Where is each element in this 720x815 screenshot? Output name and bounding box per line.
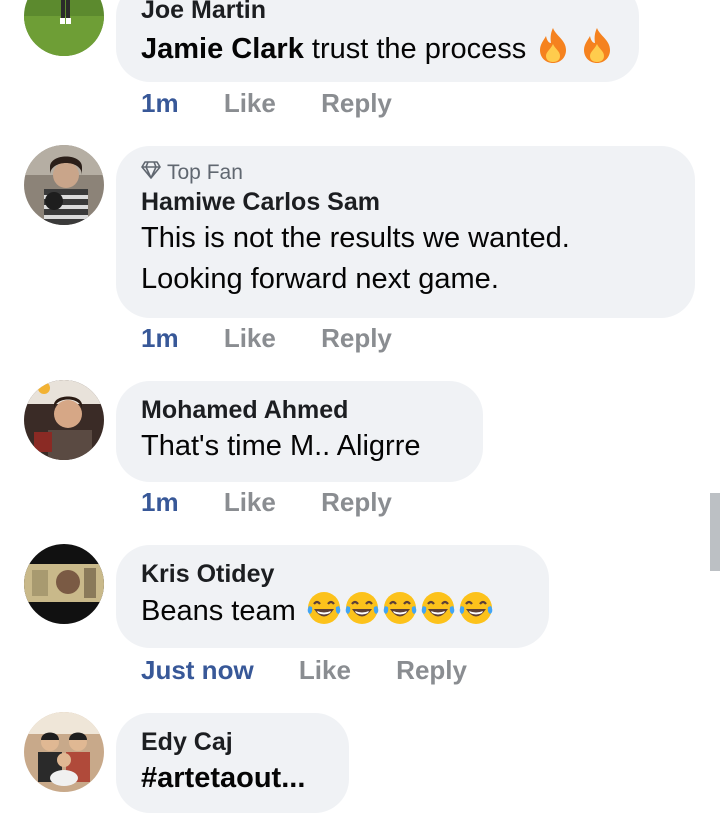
comment-text: That's time M.. Aligrre	[141, 430, 421, 462]
scrollbar[interactable]	[710, 493, 720, 571]
avatar[interactable]	[24, 145, 104, 225]
face-with-tears-of-joy-icon	[306, 590, 342, 638]
face-with-tears-of-joy-icon	[344, 590, 380, 638]
diamond-icon	[141, 160, 161, 186]
comment-actions: 1m Like Reply	[141, 323, 392, 353]
timestamp-link[interactable]: 1m	[141, 487, 179, 517]
face-with-tears-of-joy-icon	[382, 590, 418, 638]
comment-actions: Just now Like Reply	[141, 655, 467, 685]
top-fan-label: Top Fan	[167, 161, 243, 184]
comment-author[interactable]: Joe Martin	[141, 0, 614, 26]
fire-icon	[580, 26, 614, 76]
comment-bubble: Joe Martin Jamie Clark trust the process	[116, 0, 640, 82]
comment-author[interactable]: Edy Caj	[141, 726, 324, 758]
reply-button[interactable]: Reply	[321, 88, 392, 118]
avatar[interactable]	[24, 0, 104, 56]
reply-button[interactable]: Reply	[396, 655, 467, 685]
reply-button[interactable]: Reply	[321, 487, 392, 517]
like-button[interactable]: Like	[224, 88, 276, 118]
comment-actions: 1m Like Reply	[141, 88, 392, 118]
top-fan-badge: Top Fan	[141, 160, 670, 186]
timestamp-link[interactable]: 1m	[141, 323, 179, 353]
like-button[interactable]: Like	[224, 487, 276, 517]
comment-author[interactable]: Kris Otidey	[141, 558, 524, 590]
comment-bubble: Mohamed Ahmed That's time M.. Aligrre	[116, 381, 483, 482]
mention-link[interactable]: Jamie Clark	[141, 33, 304, 65]
comment-text-body: trust the process	[303, 33, 527, 65]
comment-text: Jamie Clark trust the process	[141, 26, 614, 76]
avatar[interactable]	[24, 712, 104, 792]
fire-icon	[536, 26, 570, 76]
face-with-tears-of-joy-icon	[420, 590, 456, 638]
comment-text-line-2: Looking forward next game.	[141, 263, 499, 295]
like-button[interactable]: Like	[299, 655, 351, 685]
avatar[interactable]	[24, 380, 104, 460]
comment-bubble: Edy Caj #artetaout...	[116, 713, 349, 813]
timestamp-link[interactable]: 1m	[141, 88, 179, 118]
comment-text: Beans team	[141, 590, 524, 638]
comment-actions: 1m Like Reply	[141, 487, 392, 517]
comment-author[interactable]: Hamiwe Carlos Sam	[141, 186, 670, 218]
avatar[interactable]	[24, 544, 104, 624]
comment-text: #artetaout...	[141, 762, 306, 794]
reply-button[interactable]: Reply	[321, 323, 392, 353]
comment-text-line-1: This is not the results we wanted.	[141, 222, 570, 254]
timestamp-link[interactable]: Just now	[141, 655, 254, 685]
like-button[interactable]: Like	[224, 323, 276, 353]
comments-feed: Joe Martin Jamie Clark trust the process…	[0, 0, 720, 815]
comment-text-body: Beans team	[141, 595, 304, 627]
face-with-tears-of-joy-icon	[458, 590, 494, 638]
comment-author[interactable]: Mohamed Ahmed	[141, 394, 458, 426]
comment-bubble: Kris Otidey Beans team	[116, 545, 549, 648]
comment-bubble: Top Fan Hamiwe Carlos Sam This is not th…	[116, 146, 695, 318]
